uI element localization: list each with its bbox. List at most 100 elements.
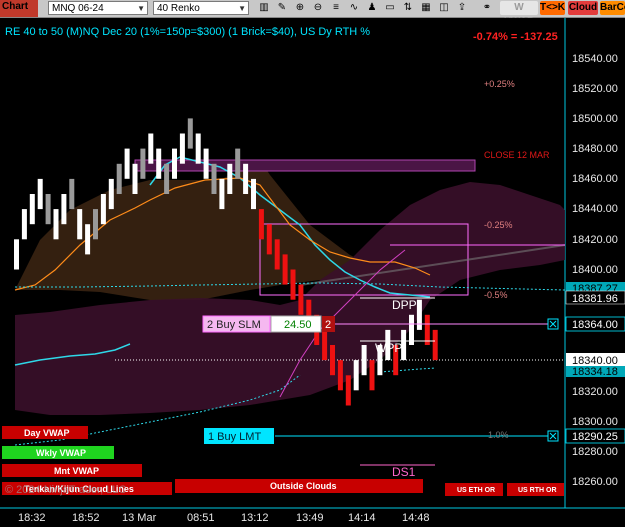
wkly-vwap-button[interactable]: Wkly VWAP [2, 446, 114, 459]
template-icon[interactable]: ▭ [383, 1, 397, 15]
renko-brick-up [100, 194, 106, 225]
renko-brick-down [290, 269, 296, 300]
price-tick: 18440.00 [572, 203, 618, 215]
renko-brick-up [409, 314, 414, 345]
renko-brick-up [21, 209, 27, 240]
price-tick: 18400.00 [572, 264, 618, 276]
renko-brick-up [85, 224, 91, 255]
us-rth-or-label: US RTH OR [518, 487, 557, 494]
screenshot-icon[interactable]: ◫ [437, 1, 451, 15]
close-order-icon[interactable] [547, 430, 559, 442]
time-tick: 14:48 [402, 512, 430, 524]
data-box-icon[interactable]: ▦ [419, 1, 433, 15]
wvwap-button[interactable]: W VWAP [500, 1, 538, 27]
properties-icon[interactable]: ≡ [329, 1, 343, 15]
price-tick: 18460.00 [572, 173, 618, 185]
renko-brick-up [179, 133, 185, 164]
renko-brick-up [148, 133, 154, 164]
buy-slm-label: 2 Buy SLM [207, 319, 261, 331]
renko-brick-up [172, 148, 177, 179]
renko-brick-down [274, 239, 280, 270]
price-tick: 18420.00 [572, 234, 618, 246]
bars-style-icon[interactable]: ▥ [257, 1, 271, 15]
close-level-box[interactable] [134, 159, 476, 172]
zoom-out-icon[interactable]: ⊖ [311, 1, 325, 15]
renko-brick-up [195, 133, 201, 164]
price-tick: 18300.00 [572, 416, 618, 428]
renko-brick-down [337, 360, 343, 391]
time-tick: 08:51 [187, 512, 215, 524]
mnt-vwap-label: Mnt VWAP [54, 466, 99, 476]
time-tick: 18:52 [72, 512, 100, 524]
pencil-icon[interactable]: ✎ [275, 1, 289, 15]
price-tick: 18280.00 [572, 446, 618, 458]
buy-slm-order[interactable]: 2 Buy SLM 24.50 2 [202, 315, 335, 333]
renko-brick-up [132, 163, 138, 194]
renko-brick-up [116, 163, 122, 194]
share-icon[interactable]: ⇪ [455, 1, 469, 15]
renko-brick-up [45, 194, 51, 225]
price-label-b: 18381.96 [572, 293, 618, 305]
renko-brick-up [219, 178, 225, 210]
renko-brick-up [14, 239, 19, 270]
price-label-c: 18334.18 [572, 366, 618, 378]
price-tick: 18480.00 [572, 143, 618, 155]
price-label-order2: 18290.25 [572, 431, 618, 443]
price-tick: 18500.00 [572, 113, 618, 125]
instrument-selector[interactable]: MNQ 06-24 ▼ [48, 1, 148, 15]
indicators-icon[interactable]: ∿ [347, 1, 361, 15]
minus025-label: -0.25% [484, 220, 513, 230]
buy-lmt-order[interactable]: 1 Buy LMT [204, 428, 274, 444]
close-order-icon[interactable] [547, 318, 559, 330]
renko-brick-up [124, 148, 130, 179]
mnt-vwap-button[interactable]: Mnt VWAP [2, 464, 142, 477]
wpp-label: WPP [375, 341, 402, 355]
us-rth-or-button[interactable]: US RTH OR [507, 483, 564, 496]
renko-brick-down [432, 329, 438, 361]
renko-brick-up [37, 178, 43, 210]
renko-brick-down [322, 329, 328, 361]
period-value: 40 Renko [157, 3, 200, 14]
time-tick: 13 Mar [122, 512, 157, 524]
copyright-watermark: © 2024 NinjaTrader, LLC [5, 484, 126, 496]
us-eth-or-label: US ETH OR [457, 487, 495, 494]
time-tick: 13:49 [296, 512, 324, 524]
price-tick: 18320.00 [572, 386, 618, 398]
dpp-label: DPP [392, 298, 417, 312]
renko-brick-down [369, 360, 375, 391]
renko-brick-up [227, 163, 233, 194]
strategies-icon[interactable]: ♟ [365, 1, 379, 15]
price-label-order1: 18364.00 [572, 319, 618, 331]
chart-toolbar: Chart MNQ 06-24 ▼ 40 Renko ▼ ▥ ✎ ⊕ ⊖ ≡ ∿… [0, 0, 625, 27]
renko-brick-down [345, 375, 351, 406]
renko-brick-up [211, 163, 217, 194]
renko-brick-up [53, 209, 59, 240]
renko-brick-up [243, 163, 249, 194]
zoom-in-icon[interactable]: ⊕ [293, 1, 307, 15]
price-tick: 18540.00 [572, 53, 618, 65]
day-vwap-button[interactable]: Day VWAP [2, 426, 88, 439]
minus05-label: -0.5% [484, 290, 508, 300]
chart-trader-icon[interactable]: ⇅ [401, 1, 415, 15]
outside-clouds-button[interactable]: Outside Clouds [175, 479, 423, 493]
us-eth-or-button[interactable]: US ETH OR [445, 483, 503, 496]
time-tick: 18:32 [18, 512, 46, 524]
tk-button[interactable]: T<>K [540, 1, 565, 15]
renko-brick-down [424, 314, 430, 345]
chart-tab[interactable]: Chart [0, 0, 38, 17]
renko-brick-up [156, 148, 162, 179]
renko-brick-up [140, 148, 146, 179]
cloud-button[interactable]: Cloud [568, 1, 598, 15]
renko-brick-up [235, 148, 241, 179]
renko-brick-up [353, 360, 359, 391]
unlink-icon[interactable]: ⚭ [480, 1, 494, 15]
time-tick: 13:12 [241, 512, 269, 524]
outside-clouds-label: Outside Clouds [270, 481, 337, 491]
price-tick: 18520.00 [572, 83, 618, 95]
renko-brick-up [187, 118, 193, 149]
renko-brick-up [164, 163, 170, 194]
period-selector[interactable]: 40 Renko ▼ [153, 1, 249, 15]
chart-canvas[interactable]: 2 Buy SLM 24.50 2 1 Buy LMT +0.25% CLOSE… [0, 18, 625, 527]
barco-button[interactable]: BarCo [600, 1, 625, 15]
chart-title: RE 40 to 50 (M)NQ Dec 20 (1%=150p=$300) … [5, 26, 370, 38]
